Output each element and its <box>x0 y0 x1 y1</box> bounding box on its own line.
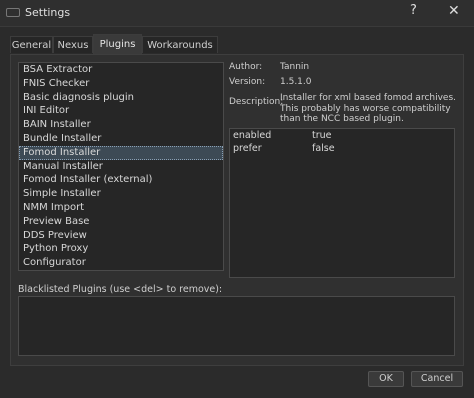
plugin-item-configurator[interactable]: Configurator <box>19 256 223 270</box>
title-bar: Settings ? ✕ <box>0 0 474 27</box>
tab-workarounds[interactable]: Workarounds <box>142 36 218 53</box>
plugin-item-bsa-extractor[interactable]: BSA Extractor <box>19 63 223 77</box>
description-label: Description: <box>229 97 284 107</box>
tab-general[interactable]: General <box>10 36 53 53</box>
plugin-item-simple-installer[interactable]: Simple Installer <box>19 187 223 201</box>
tab-nexus[interactable]: Nexus <box>53 36 93 53</box>
description-value: Installer for xml based fomod archives. … <box>280 93 457 124</box>
plugin-item-fomod-installer-external[interactable]: Fomod Installer (external) <box>19 173 223 187</box>
ok-button[interactable]: OK <box>368 371 404 387</box>
plugin-item-fnis-checker[interactable]: FNIS Checker <box>19 77 223 91</box>
plugin-item-dds-preview[interactable]: DDS Preview <box>19 229 223 243</box>
plugin-item-python-proxy[interactable]: Python Proxy <box>19 242 223 256</box>
setting-value[interactable]: false <box>312 142 335 155</box>
plugin-settings-table[interactable]: enabled true prefer false <box>229 128 455 278</box>
window-title: Settings <box>25 6 71 19</box>
plugin-item-nmm-import[interactable]: NMM Import <box>19 201 223 215</box>
setting-row[interactable]: prefer false <box>230 142 454 155</box>
plugin-item-preview-base[interactable]: Preview Base <box>19 215 223 229</box>
plugin-item-bundle-installer[interactable]: Bundle Installer <box>19 132 223 146</box>
help-button[interactable]: ? <box>410 3 417 18</box>
setting-key: enabled <box>233 130 272 141</box>
setting-key: prefer <box>233 143 262 154</box>
setting-row[interactable]: enabled true <box>230 129 454 142</box>
plugin-item-basic-diagnosis[interactable]: Basic diagnosis plugin <box>19 91 223 105</box>
cancel-button[interactable]: Cancel <box>411 371 463 387</box>
author-value: Tannin <box>280 62 310 72</box>
plugin-item-fomod-installer[interactable]: Fomod Installer <box>19 145 223 160</box>
plugin-item-ini-editor[interactable]: INI Editor <box>19 104 223 118</box>
close-button[interactable]: ✕ <box>448 3 460 19</box>
version-label: Version: <box>229 77 266 87</box>
setting-value[interactable]: true <box>312 129 332 142</box>
plugin-list[interactable]: BSA Extractor FNIS Checker Basic diagnos… <box>18 62 224 271</box>
tab-plugins[interactable]: Plugins <box>93 34 142 54</box>
author-label: Author: <box>229 62 263 72</box>
version-value: 1.5.1.0 <box>280 77 312 87</box>
blacklist-list[interactable] <box>18 296 455 356</box>
blacklist-label: Blacklisted Plugins (use <del> to remove… <box>18 284 223 295</box>
app-icon <box>6 8 20 17</box>
plugin-item-manual-installer[interactable]: Manual Installer <box>19 160 223 174</box>
plugin-item-bain-installer[interactable]: BAIN Installer <box>19 118 223 132</box>
